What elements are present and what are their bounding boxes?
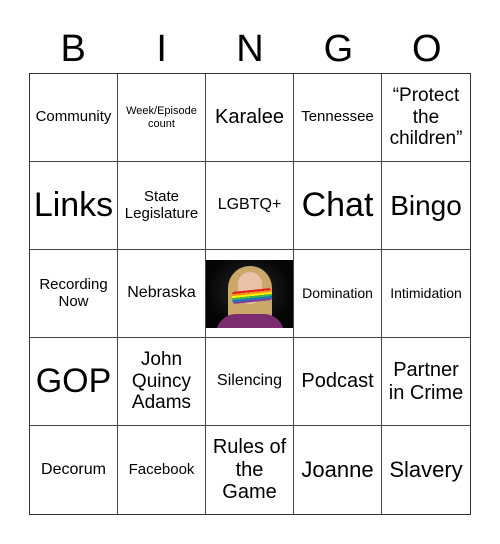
bingo-cell[interactable]: LGBTQ+ bbox=[206, 162, 294, 250]
header-letter-b: B bbox=[60, 28, 86, 70]
bingo-cell[interactable]: Domination bbox=[294, 250, 382, 338]
bingo-cell[interactable]: Partner in Crime bbox=[382, 338, 470, 426]
bingo-cell[interactable]: John Quincy Adams bbox=[118, 338, 206, 426]
bingo-cell[interactable]: GOP bbox=[30, 338, 118, 426]
bingo-cell[interactable]: Links bbox=[30, 162, 118, 250]
bingo-cell[interactable]: State Legislature bbox=[118, 162, 206, 250]
header-letter-o: O bbox=[412, 28, 442, 70]
bingo-cell[interactable]: Chat bbox=[294, 162, 382, 250]
bingo-cell[interactable]: Bingo bbox=[382, 162, 470, 250]
bingo-cell[interactable]: Tennessee bbox=[294, 74, 382, 162]
bingo-cell[interactable]: Decorum bbox=[30, 426, 118, 514]
bingo-cell[interactable]: Silencing bbox=[206, 338, 294, 426]
header-letter-n: N bbox=[236, 28, 264, 70]
bingo-card-grid: Community Week/Episode count Karalee Ten… bbox=[29, 73, 471, 515]
bingo-header: B I N G O bbox=[29, 26, 471, 72]
bingo-cell[interactable]: Joanne bbox=[294, 426, 382, 514]
free-space-image bbox=[206, 259, 293, 328]
bingo-cell[interactable]: Recording Now bbox=[30, 250, 118, 338]
header-letter-g: G bbox=[323, 28, 354, 70]
bingo-cell[interactable]: Intimidation bbox=[382, 250, 470, 338]
header-letter-i: I bbox=[156, 28, 167, 70]
bingo-cell[interactable]: “Protect the children” bbox=[382, 74, 470, 162]
free-space-cell[interactable] bbox=[206, 250, 294, 338]
bingo-cell[interactable]: Nebraska bbox=[118, 250, 206, 338]
bingo-cell[interactable]: Podcast bbox=[294, 338, 382, 426]
bingo-cell[interactable]: Week/Episode count bbox=[118, 74, 206, 162]
bingo-cell[interactable]: Rules of the Game bbox=[206, 426, 294, 514]
bingo-cell[interactable]: Karalee bbox=[206, 74, 294, 162]
bingo-cell[interactable]: Community bbox=[30, 74, 118, 162]
bingo-cell[interactable]: Slavery bbox=[382, 426, 470, 514]
bingo-cell[interactable]: Facebook bbox=[118, 426, 206, 514]
